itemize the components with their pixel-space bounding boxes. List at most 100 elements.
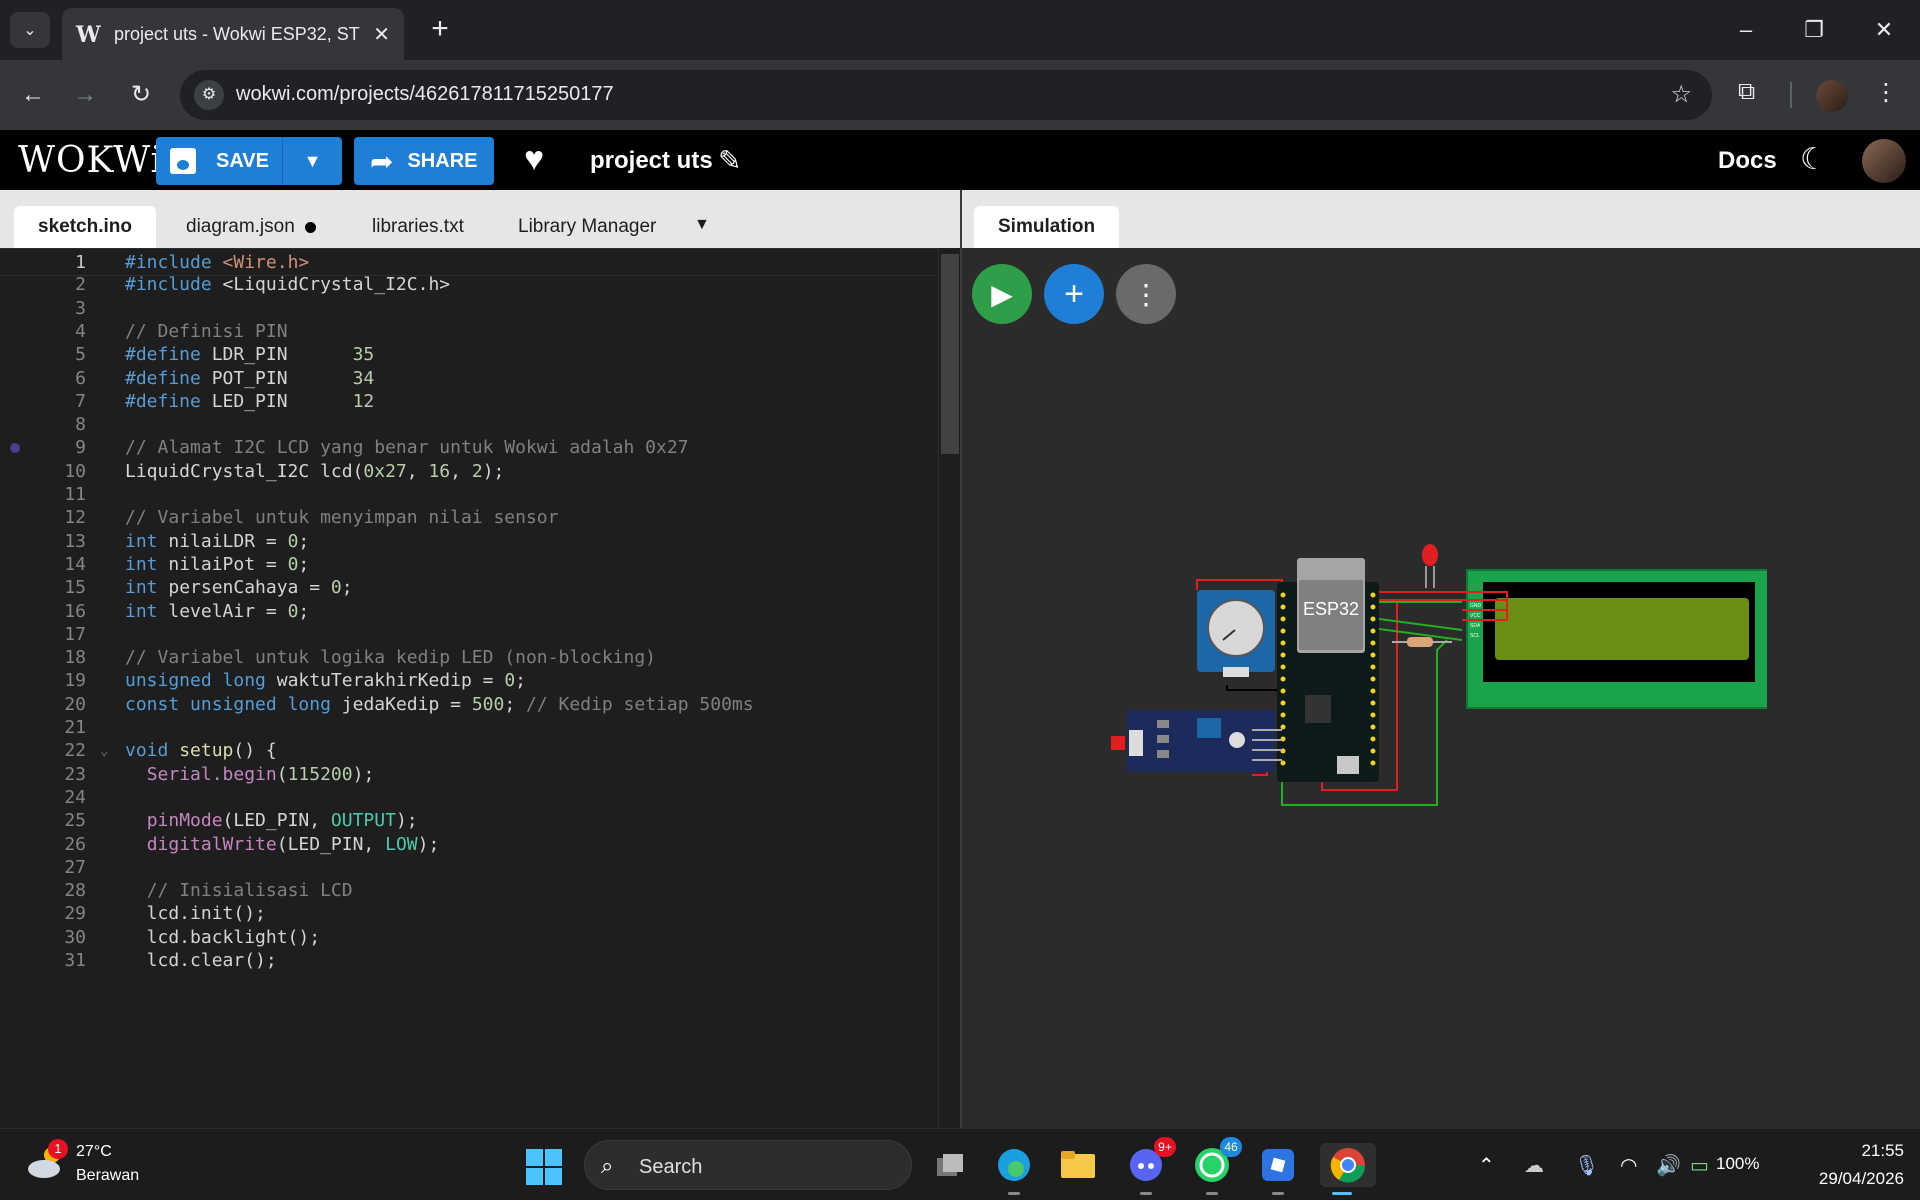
tab-label: Library Manager bbox=[518, 216, 657, 237]
dark-mode-moon-icon[interactable]: ☾ bbox=[1800, 142, 1827, 177]
discord-icon[interactable]: 9+ bbox=[1124, 1137, 1176, 1195]
tab-library-manager[interactable]: Library Manager bbox=[494, 206, 680, 248]
lcd-pin-vcc: VCC bbox=[1470, 613, 1481, 619]
unsaved-dot-icon bbox=[304, 221, 316, 233]
code-area[interactable]: 1 #include <Wire.h> 2 #include <LiquidCryst… bbox=[0, 248, 938, 1128]
task-view-icon[interactable] bbox=[928, 1143, 972, 1187]
lcd-pin-scl: SCL bbox=[1470, 633, 1480, 639]
save-button[interactable]: SAVE bbox=[156, 137, 282, 185]
volume-icon[interactable]: 🔊 bbox=[1656, 1153, 1681, 1178]
url-text[interactable]: wokwi.com/projects/462617811715250177 bbox=[236, 83, 614, 106]
file-explorer-icon[interactable] bbox=[1056, 1143, 1100, 1187]
address-bar[interactable]: ⚙ wokwi.com/projects/462617811715250177 … bbox=[180, 70, 1712, 120]
share-button[interactable]: ➦ SHARE bbox=[354, 137, 494, 185]
red-led[interactable] bbox=[1422, 544, 1438, 588]
reload-icon[interactable]: ↻ bbox=[124, 78, 158, 112]
save-options-caret-icon[interactable]: ▼ bbox=[282, 137, 342, 185]
bookmark-star-icon[interactable]: ☆ bbox=[1670, 80, 1692, 109]
chrome-icon[interactable] bbox=[1320, 1143, 1376, 1195]
close-window-button[interactable]: ✕ bbox=[1862, 12, 1906, 48]
app-indicator bbox=[1272, 1192, 1284, 1195]
resistor[interactable] bbox=[1392, 637, 1452, 647]
wifi-icon[interactable]: ◠ bbox=[1620, 1153, 1637, 1178]
clock-time[interactable]: 21:55 bbox=[1844, 1141, 1904, 1161]
share-arrow-icon: ➦ bbox=[370, 145, 394, 177]
line-number: 31 bbox=[64, 950, 86, 971]
save-label: SAVE bbox=[216, 149, 269, 172]
tab-sketch-ino[interactable]: sketch.ino bbox=[14, 206, 156, 248]
extensions-icon[interactable]: ⧉ bbox=[1738, 78, 1755, 106]
code-line[interactable]: 31 lcd.clear(); bbox=[0, 947, 938, 975]
wokwi-header: WOKWi SAVE ▼ ➦ SHARE ♥ project uts ✎ Doc… bbox=[0, 130, 1920, 190]
edge-browser-icon[interactable] bbox=[992, 1143, 1036, 1195]
taskbar-search[interactable]: ⌕ Search bbox=[584, 1140, 912, 1190]
browser-menu-icon[interactable]: ⋮ bbox=[1874, 78, 1898, 107]
windows-start-icon[interactable] bbox=[526, 1149, 562, 1185]
circuit-diagram[interactable]: GND VCC SDA SCL ESP32 bbox=[1067, 540, 1767, 840]
app-indicator bbox=[1206, 1192, 1218, 1195]
forward-icon[interactable]: → bbox=[68, 78, 102, 112]
battery-icon[interactable]: ▭ bbox=[1690, 1153, 1709, 1178]
potentiometer[interactable] bbox=[1197, 590, 1275, 677]
tab-label: sketch.ino bbox=[38, 216, 132, 237]
discord-badge: 9+ bbox=[1154, 1137, 1176, 1157]
roblox-studio-icon[interactable] bbox=[1256, 1143, 1300, 1195]
app-indicator bbox=[1008, 1192, 1020, 1195]
app-indicator bbox=[1332, 1192, 1352, 1195]
save-button-group: SAVE ▼ bbox=[156, 137, 342, 185]
lcd-pin-gnd: GND bbox=[1470, 603, 1482, 609]
microphone-icon[interactable]: 🎙 bbox=[1574, 1153, 1599, 1178]
new-tab-button[interactable]: + bbox=[424, 14, 456, 46]
whatsapp-badge: 46 bbox=[1220, 1137, 1242, 1157]
editor-scrollbar[interactable] bbox=[938, 248, 960, 1128]
editor-tabs: sketch.ino diagram.json libraries.txt Li… bbox=[0, 190, 960, 248]
tab-search-icon[interactable]: ⌄ bbox=[10, 12, 50, 48]
wokwi-favicon-icon: W bbox=[76, 22, 101, 48]
browser-tab-active[interactable]: W project uts - Wokwi ESP32, STM32, Ardu… bbox=[62, 8, 404, 60]
lightbulb-hint-icon[interactable] bbox=[10, 443, 20, 454]
search-label: Search bbox=[639, 1156, 703, 1178]
editor-scroll-thumb[interactable] bbox=[941, 254, 959, 454]
show-hidden-icons-chevron-icon[interactable]: ⌃ bbox=[1478, 1153, 1495, 1178]
tab-label: diagram.json bbox=[186, 216, 295, 237]
ldr-module[interactable] bbox=[1111, 710, 1282, 772]
esp32-board[interactable]: ESP32 bbox=[1277, 558, 1379, 782]
edit-pencil-icon[interactable]: ✎ bbox=[718, 144, 741, 177]
browser-tab-title: project uts - Wokwi ESP32, STM32, Ardu bbox=[114, 23, 361, 44]
share-label: SHARE bbox=[407, 149, 478, 172]
search-icon: ⌕ bbox=[601, 1153, 614, 1178]
more-options-button[interactable]: ⋮ bbox=[1116, 264, 1176, 324]
weather-condition[interactable]: Berawan bbox=[76, 1167, 139, 1185]
battery-percent[interactable]: 100% bbox=[1716, 1154, 1759, 1174]
onedrive-icon[interactable]: ☁ bbox=[1524, 1153, 1544, 1178]
tab-libraries-txt[interactable]: libraries.txt bbox=[348, 206, 488, 248]
esp32-chip-label: ESP32 bbox=[1303, 599, 1359, 619]
add-part-button[interactable]: + bbox=[1044, 264, 1104, 324]
user-avatar[interactable] bbox=[1862, 139, 1906, 183]
weather-badge: 1 bbox=[48, 1139, 68, 1159]
restore-button[interactable]: ❐ bbox=[1792, 12, 1836, 48]
minimize-button[interactable]: – bbox=[1724, 12, 1768, 48]
code-text[interactable]: lcd.clear(); bbox=[125, 947, 277, 975]
windows-taskbar: 1 27°C Berawan ⌕ Search 9+ 46 ⌃ ☁ 🎙 ◠ 🔊 … bbox=[0, 1128, 1920, 1200]
app-indicator bbox=[1140, 1192, 1152, 1195]
tab-diagram-json[interactable]: diagram.json bbox=[162, 206, 340, 248]
like-heart-icon[interactable]: ♥ bbox=[524, 140, 544, 179]
toolbar-divider bbox=[1790, 82, 1792, 108]
run-simulation-button[interactable]: ▶ bbox=[972, 264, 1032, 324]
site-info-icon[interactable]: ⚙ bbox=[194, 80, 224, 110]
back-icon[interactable]: ← bbox=[16, 78, 50, 112]
browser-toolbar: ← → ↻ ⚙ wokwi.com/projects/4626178117152… bbox=[0, 60, 1920, 130]
lcd-display[interactable]: GND VCC SDA SCL bbox=[1466, 569, 1767, 709]
tab-simulation[interactable]: Simulation bbox=[974, 206, 1120, 248]
project-name[interactable]: project uts bbox=[590, 147, 713, 175]
whatsapp-icon[interactable]: 46 bbox=[1190, 1137, 1242, 1195]
docs-link[interactable]: Docs bbox=[1718, 147, 1777, 175]
profile-avatar[interactable] bbox=[1816, 80, 1848, 112]
more-tabs-caret-icon[interactable]: ▼ bbox=[694, 216, 710, 234]
weather-temp[interactable]: 27°C bbox=[76, 1143, 112, 1161]
clock-date[interactable]: 29/04/2026 bbox=[1796, 1169, 1904, 1189]
tab-close-icon[interactable]: ✕ bbox=[373, 22, 390, 47]
wokwi-logo[interactable]: WOKWi bbox=[18, 140, 163, 181]
browser-tabstrip: ⌄ W project uts - Wokwi ESP32, STM32, Ar… bbox=[0, 0, 1920, 60]
